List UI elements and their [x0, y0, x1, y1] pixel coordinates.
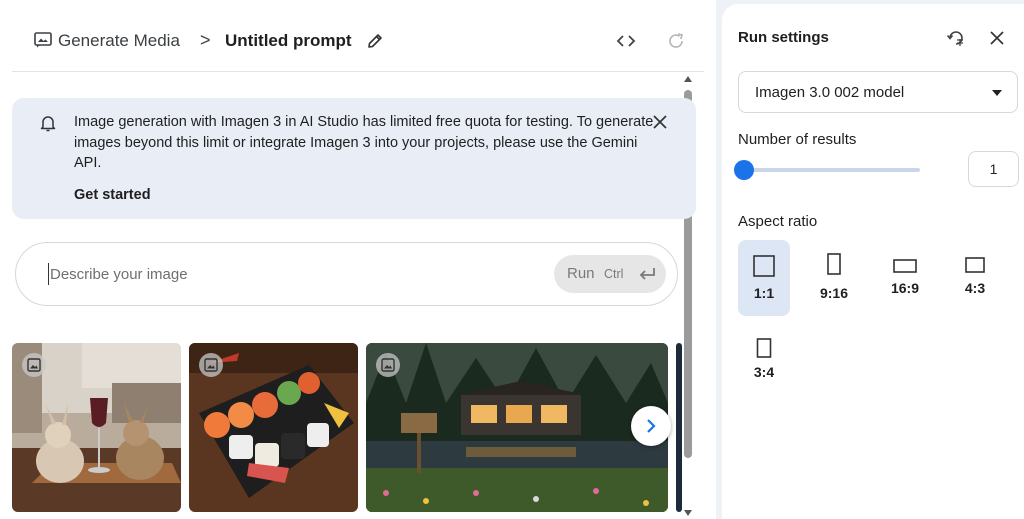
run-label: Run: [567, 265, 595, 282]
quota-banner: Image generation with Imagen 3 in AI Stu…: [12, 98, 696, 219]
panel-title: Run settings: [738, 29, 829, 46]
aspect-option-label: 4:3: [964, 280, 986, 296]
edit-icon[interactable]: [366, 32, 384, 50]
image-badge: [22, 353, 46, 377]
aspect-option-16-9[interactable]: 16:9: [879, 240, 931, 316]
tall-ratio-icon: [756, 338, 772, 358]
breadcrumb-root[interactable]: Generate Media: [58, 31, 180, 51]
close-icon[interactable]: [989, 30, 1005, 46]
number-of-results-input[interactable]: 1: [968, 151, 1019, 187]
media-icon: [34, 32, 52, 48]
model-value: Imagen 3.0 002 model: [755, 84, 905, 101]
run-button[interactable]: Run Ctrl: [554, 255, 666, 293]
aspect-option-label: 16:9: [890, 280, 920, 296]
image-badge: [199, 353, 223, 377]
gallery-next-button[interactable]: [631, 406, 671, 446]
prompt-input[interactable]: [48, 263, 528, 285]
image-badge-icon: [204, 358, 218, 372]
gallery-image-cabin[interactable]: [366, 343, 668, 512]
caret-down-icon: [992, 90, 1002, 96]
slider-track: [742, 168, 920, 172]
aspect-option-label: 9:16: [819, 285, 849, 301]
page-title: Untitled prompt: [225, 31, 352, 50]
get-started-link[interactable]: Get started: [74, 187, 151, 203]
slider-knob[interactable]: [734, 160, 754, 180]
prompt-box: Run Ctrl: [15, 242, 678, 306]
aspect-option-3-4[interactable]: 3:4: [738, 328, 790, 404]
run-shortcut: Ctrl: [604, 267, 624, 281]
number-of-results-slider[interactable]: [734, 158, 922, 182]
image-badge-icon: [27, 358, 41, 372]
gallery-image-rabbits[interactable]: [12, 343, 181, 512]
scroll-up-arrow[interactable]: [683, 75, 693, 83]
square-ratio-icon: [753, 255, 775, 277]
close-icon[interactable]: [652, 114, 668, 130]
code-icon[interactable]: [614, 31, 638, 51]
aspect-option-label: 3:4: [753, 364, 775, 380]
breadcrumb-separator: >: [200, 30, 211, 50]
aspect-option-9-16[interactable]: 9:16: [808, 240, 860, 316]
image-badge-icon: [381, 358, 395, 372]
bell-icon: [40, 116, 56, 132]
landscape-ratio-icon: [893, 259, 917, 273]
banner-message: Image generation with Imagen 3 in AI Stu…: [74, 114, 654, 171]
aspect-ratio-label: Aspect ratio: [738, 213, 818, 230]
reset-settings-icon[interactable]: [946, 28, 966, 48]
gallery-image-sushi[interactable]: [189, 343, 358, 512]
cabin-image: [366, 343, 668, 512]
image-badge: [376, 353, 400, 377]
number-of-results-label: Number of results: [738, 131, 857, 148]
gallery-image-partial[interactable]: [676, 343, 682, 512]
main-area: Generate Media > Untitled prompt Image g…: [0, 0, 716, 519]
header: Generate Media > Untitled prompt: [12, 0, 704, 72]
enter-icon: [639, 268, 655, 280]
aspect-option-1-1[interactable]: 1:1: [738, 240, 790, 316]
aspect-option-4-3[interactable]: 4:3: [949, 240, 1001, 316]
model-select[interactable]: Imagen 3.0 002 model: [738, 71, 1018, 113]
portrait-ratio-icon: [827, 253, 841, 275]
refresh-icon[interactable]: [667, 32, 685, 50]
chevron-right-icon: [647, 419, 656, 433]
wide-ratio-icon: [965, 257, 985, 273]
scroll-down-arrow[interactable]: [683, 509, 693, 517]
run-settings-panel: Run settings Imagen 3.0 002 model Number…: [722, 4, 1024, 519]
aspect-option-label: 1:1: [753, 285, 775, 301]
